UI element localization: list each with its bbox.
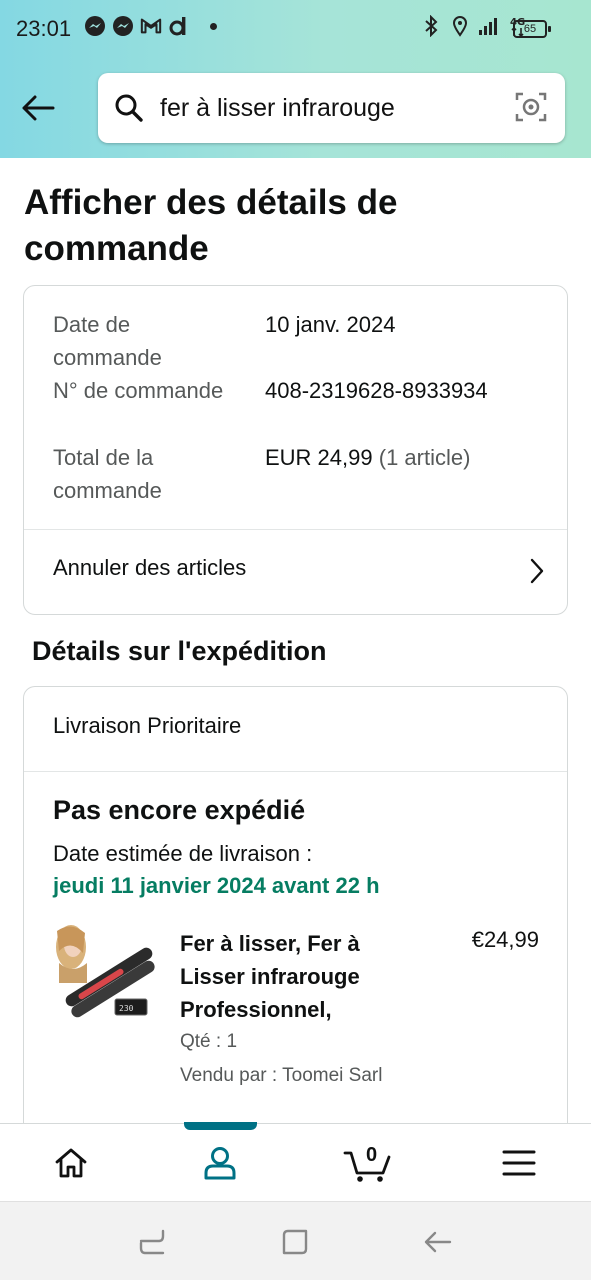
order-date-value: 10 janv. 2024	[265, 312, 396, 337]
product-quantity: Qté : 1	[180, 1031, 238, 1052]
more-notifications-dot	[210, 22, 217, 30]
delivery-estimate-label: Date estimée de livraison :	[53, 841, 313, 866]
shipping-section-title: Détails sur l'expédition	[32, 636, 327, 666]
nav-cart[interactable]: 0	[318, 1124, 418, 1202]
order-total-value: EUR 24,99	[265, 445, 373, 470]
order-number-value: 408-2319628-8933934	[265, 378, 488, 403]
cancel-items-label: Annuler des articles	[53, 555, 247, 580]
order-summary-card: Date de commande 10 janv. 2024 N° de com…	[23, 285, 568, 615]
status-time: 23:01	[16, 16, 72, 41]
cancel-items-link[interactable]: Annuler des articles	[24, 530, 567, 614]
gmail-icon	[140, 15, 162, 37]
user-icon	[204, 1147, 236, 1180]
product-price: €24,99	[471, 927, 539, 952]
status-bar: 23:01 4G 65	[0, 0, 591, 58]
arrow-left-icon	[22, 95, 55, 121]
nav-menu[interactable]	[469, 1124, 569, 1202]
top-header: 23:01 4G 65 fer à lisser infrarouge	[0, 0, 591, 158]
shipment-card: Livraison Prioritaire Pas encore expédié…	[23, 686, 568, 1146]
hamburger-menu-icon	[502, 1150, 536, 1176]
recent-apps-icon	[139, 1229, 165, 1255]
back-system-button[interactable]	[417, 1224, 457, 1260]
notification-icons	[84, 15, 217, 37]
messenger-icon	[84, 15, 106, 37]
back-button[interactable]	[16, 86, 60, 130]
home-system-button[interactable]	[275, 1224, 315, 1260]
battery-icon: 65	[513, 20, 551, 38]
camera-search-icon[interactable]	[515, 91, 547, 128]
shipment-status: Pas encore expédié	[53, 795, 306, 825]
order-date-label: Date de commande	[53, 312, 162, 370]
location-icon	[449, 15, 471, 37]
search-bar[interactable]: fer à lisser infrarouge	[98, 73, 565, 143]
product-title-link[interactable]: Fer à lisser, Fer à Lisser infrarouge Pr…	[180, 927, 430, 1026]
nav-home[interactable]	[21, 1124, 121, 1202]
search-input[interactable]: fer à lisser infrarouge	[160, 94, 395, 123]
page-title: Afficher des détails de commande	[24, 183, 398, 268]
svg-text:230: 230	[119, 1004, 134, 1013]
cart-count-badge: 0	[366, 1144, 378, 1166]
recent-apps-button[interactable]	[132, 1224, 172, 1260]
order-number-label: N° de commande	[53, 378, 224, 403]
order-total-label: Total de la commande	[53, 445, 162, 503]
product-image[interactable]: 230	[53, 923, 157, 1027]
product-seller: Vendu par : Toomei Sarl	[180, 1065, 383, 1086]
bluetooth-icon	[420, 15, 442, 37]
order-item-count: (1 article)	[372, 445, 471, 470]
divider	[24, 771, 567, 772]
shipping-method: Livraison Prioritaire	[53, 713, 242, 738]
bottom-navigation: 0	[0, 1122, 591, 1202]
d-app-icon	[168, 15, 190, 37]
order-total-value-wrap: EUR 24,99 (1 article)	[265, 441, 565, 474]
messenger-icon	[112, 15, 134, 37]
delivery-estimate-date: jeudi 11 janvier 2024 avant 22 h	[53, 873, 380, 898]
system-navigation-bar	[0, 1201, 591, 1280]
square-home-icon	[282, 1229, 308, 1255]
chevron-right-icon	[529, 558, 545, 589]
back-arrow-icon	[424, 1231, 452, 1253]
signal-icon	[478, 15, 500, 37]
home-icon	[55, 1148, 87, 1178]
nav-account[interactable]	[170, 1124, 270, 1202]
search-icon	[114, 93, 144, 128]
